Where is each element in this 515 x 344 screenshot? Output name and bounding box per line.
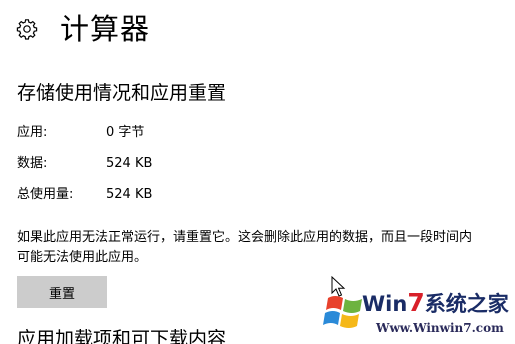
settings-page: 计算器 存储使用情况和应用重置 应用: 0 字节 数据: 524 KB 总使用量…: [0, 0, 515, 344]
page-title: 计算器: [60, 12, 151, 46]
watermark-brand-rest: 系统之家: [424, 292, 509, 316]
data-size-value: 524 KB: [106, 156, 153, 171]
watermark: Win7系统之家 Www.Winwin7.com: [318, 286, 515, 344]
total-usage-value: 524 KB: [106, 187, 153, 202]
total-usage-label: 总使用量:: [17, 187, 74, 202]
app-size-value: 0 字节: [106, 125, 145, 140]
data-size-label: 数据:: [17, 156, 48, 171]
reset-description: 如果此应用无法正常运行，请重置它。这会删除此应用的数据，而且一段时间内可能无法使…: [17, 230, 473, 265]
watermark-url: Www.Winwin7.com: [376, 321, 504, 335]
watermark-brand-win: Win: [362, 292, 408, 316]
addons-section-heading: 应用加载项和可下载内容: [17, 328, 227, 344]
page-header: 计算器: [0, 0, 515, 60]
watermark-brand-seven: 7: [407, 288, 425, 317]
storage-section-heading: 存储使用情况和应用重置: [17, 82, 227, 104]
gear-icon: [16, 18, 38, 40]
app-size-label: 应用:: [17, 125, 48, 140]
watermark-brand: Win7系统之家: [362, 290, 509, 317]
reset-button[interactable]: 重置: [17, 276, 107, 308]
